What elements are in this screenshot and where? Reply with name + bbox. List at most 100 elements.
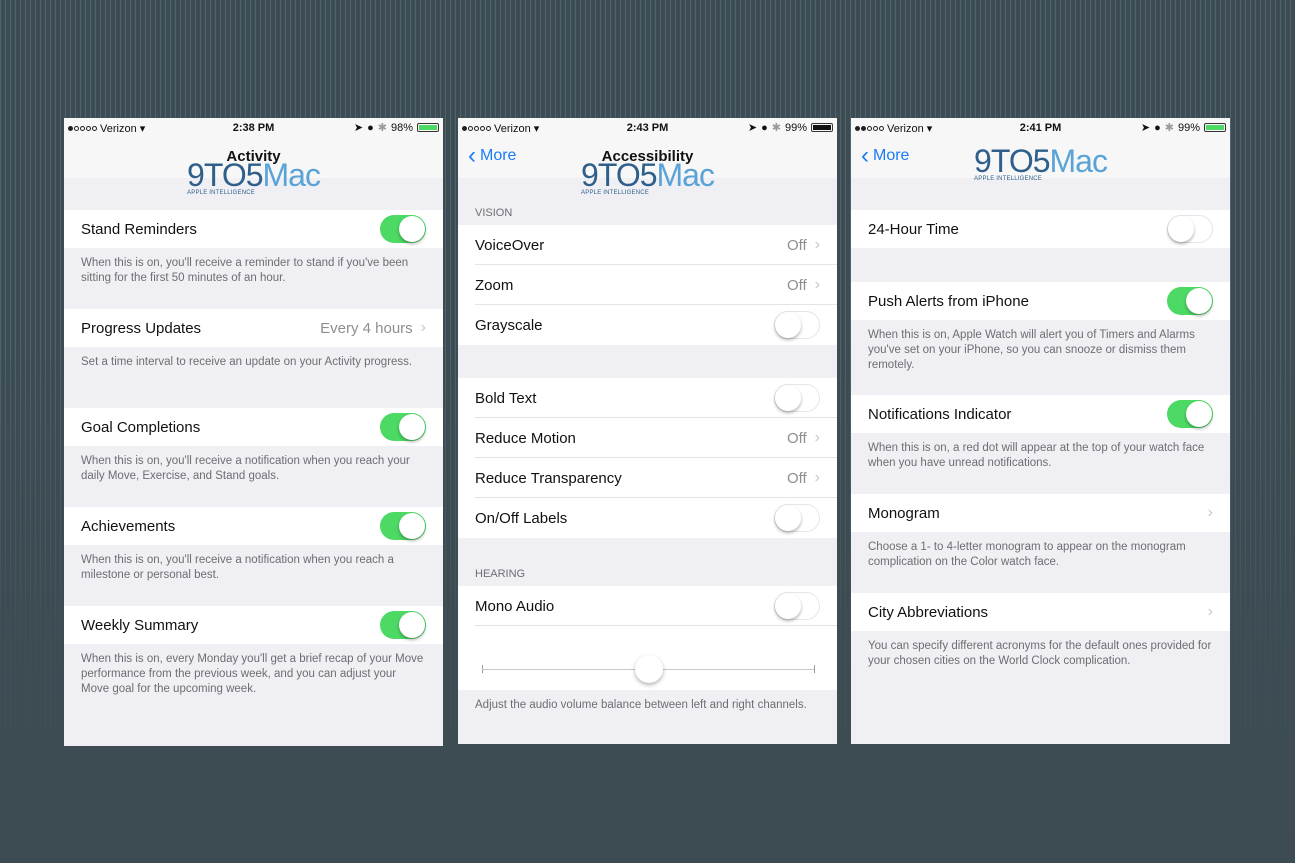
setting-description: When this is on, you'll receive a remind… <box>81 257 409 284</box>
setting-description: When this is on, every Monday you'll get… <box>81 653 424 695</box>
setting-monogram[interactable]: Monogram › <box>851 494 1230 532</box>
setting-on-off-labels: On/Off Labels <box>458 498 837 538</box>
status-bar: Verizon ▾ 2:43 PM ➤ ● ✱ 99% <box>458 118 837 138</box>
setting-value: Off <box>786 276 807 294</box>
logo-suffix: Mac <box>1049 143 1108 179</box>
alarm-icon: ● <box>761 121 768 134</box>
logo-prefix: 9TO5 <box>581 157 657 193</box>
setting-label: Zoom <box>475 276 514 294</box>
notifications-indicator-toggle[interactable] <box>1167 400 1213 428</box>
battery-percent: 99% <box>1177 121 1200 134</box>
logo-suffix: Mac <box>262 157 321 193</box>
setting-reduce-motion[interactable]: Reduce Motion Off › <box>458 418 837 458</box>
logo-prefix: 9TO5 <box>974 143 1050 179</box>
weekly-summary-toggle[interactable] <box>380 611 426 639</box>
battery-percent: 98% <box>390 121 413 134</box>
setting-push-alerts: Push Alerts from iPhone <box>851 282 1230 320</box>
setting-label: Progress Updates <box>81 319 202 337</box>
stand-reminders-toggle[interactable] <box>380 215 426 243</box>
setting-label: Reduce Motion <box>475 429 576 447</box>
chevron-right-icon: › <box>814 469 820 486</box>
status-bar: Verizon ▾ 2:41 PM ➤ ● ✱ 99% <box>851 118 1230 138</box>
setting-label: Achievements <box>81 517 176 535</box>
setting-description: When this is on, Apple Watch will alert … <box>868 329 1195 371</box>
setting-notifications-indicator: Notifications Indicator <box>851 395 1230 433</box>
setting-description: Choose a 1- to 4-letter monogram to appe… <box>868 541 1186 568</box>
alarm-icon: ● <box>367 121 374 134</box>
setting-label: Weekly Summary <box>81 616 199 634</box>
section-header-hearing: HEARING <box>475 568 526 580</box>
watermark-logo: 9TO5Mac APPLE INTELLIGENCE <box>581 157 715 196</box>
chevron-right-icon: › <box>814 276 820 293</box>
setting-description: When this is on, a red dot will appear a… <box>868 442 1205 469</box>
setting-label: On/Off Labels <box>475 509 568 527</box>
chevron-right-icon: › <box>420 319 426 336</box>
setting-description: When this is on, you'll receive a notifi… <box>81 455 410 482</box>
battery-icon <box>417 123 439 132</box>
back-label: More <box>873 147 910 164</box>
setting-stand-reminders: Stand Reminders <box>64 210 443 248</box>
logo-suffix: Mac <box>656 157 715 193</box>
setting-voiceover[interactable]: VoiceOver Off › <box>458 225 837 265</box>
location-icon: ➤ <box>353 122 364 134</box>
setting-label: Push Alerts from iPhone <box>868 292 1029 310</box>
location-icon: ➤ <box>747 122 758 134</box>
grayscale-toggle[interactable] <box>774 311 820 339</box>
watermark-logo: 9TO5Mac APPLE INTELLIGENCE <box>187 157 321 196</box>
screen-accessibility: Verizon ▾ 2:43 PM ➤ ● ✱ 99% ‹ More Acces… <box>458 118 837 744</box>
achievements-toggle[interactable] <box>380 512 426 540</box>
setting-grayscale: Grayscale <box>458 305 837 345</box>
setting-mono-audio: Mono Audio <box>458 586 837 626</box>
setting-label: Monogram <box>868 504 940 522</box>
24-hour-time-toggle[interactable] <box>1167 215 1213 243</box>
push-alerts-toggle[interactable] <box>1167 287 1213 315</box>
setting-description: When this is on, you'll receive a notifi… <box>81 554 394 581</box>
setting-description: You can specify different acronyms for t… <box>868 640 1212 667</box>
setting-label: Grayscale <box>475 316 543 334</box>
setting-description: Adjust the audio volume balance between … <box>475 699 807 711</box>
setting-achievements: Achievements <box>64 507 443 545</box>
setting-city-abbreviations[interactable]: City Abbreviations › <box>851 593 1230 631</box>
setting-label: Notifications Indicator <box>868 405 1012 423</box>
setting-progress-updates[interactable]: Progress Updates Every 4 hours › <box>64 309 443 347</box>
location-icon: ➤ <box>1140 122 1151 134</box>
back-button[interactable]: ‹ More <box>861 142 910 169</box>
bluetooth-icon: ✱ <box>1164 122 1174 134</box>
bluetooth-icon: ✱ <box>771 122 781 134</box>
setting-label: Stand Reminders <box>81 220 197 238</box>
mono-audio-toggle[interactable] <box>774 592 820 620</box>
setting-label: Goal Completions <box>81 418 201 436</box>
on-off-labels-toggle[interactable] <box>774 504 820 532</box>
chevron-left-icon: ‹ <box>861 142 869 169</box>
setting-label: Mono Audio <box>475 597 555 615</box>
setting-reduce-transparency[interactable]: Reduce Transparency Off › <box>458 458 837 498</box>
setting-bold-text: Bold Text <box>458 378 837 418</box>
status-bar: Verizon ▾ 2:38 PM ➤ ● ✱ 98% <box>64 118 443 138</box>
bold-text-toggle[interactable] <box>774 384 820 412</box>
battery-icon <box>1204 123 1226 132</box>
screen-activity: Verizon ▾ 2:38 PM ➤ ● ✱ 98% Activity 9TO… <box>64 118 443 746</box>
slider-knob[interactable] <box>634 655 663 683</box>
setting-weekly-summary: Weekly Summary <box>64 606 443 644</box>
battery-percent: 99% <box>784 121 807 134</box>
slider-right-tick <box>814 665 815 673</box>
chevron-right-icon: › <box>814 429 820 446</box>
setting-label: Bold Text <box>475 389 537 407</box>
setting-label: VoiceOver <box>475 236 545 254</box>
alarm-icon: ● <box>1154 121 1161 134</box>
setting-24-hour-time: 24-Hour Time <box>851 210 1230 248</box>
setting-label: Reduce Transparency <box>475 469 622 487</box>
setting-value: Off <box>786 429 807 447</box>
audio-balance-slider[interactable] <box>458 626 837 690</box>
setting-description: Set a time interval to receive an update… <box>81 356 413 368</box>
chevron-right-icon: › <box>814 236 820 253</box>
logo-prefix: 9TO5 <box>187 157 263 193</box>
battery-icon <box>811 123 833 132</box>
setting-label: City Abbreviations <box>868 603 989 621</box>
goal-completions-toggle[interactable] <box>380 413 426 441</box>
watermark-logo: 9TO5Mac APPLE INTELLIGENCE <box>974 143 1108 182</box>
setting-value: Off <box>786 469 807 487</box>
setting-label: 24-Hour Time <box>868 220 959 238</box>
setting-zoom[interactable]: Zoom Off › <box>458 265 837 305</box>
chevron-right-icon: › <box>1207 603 1213 620</box>
